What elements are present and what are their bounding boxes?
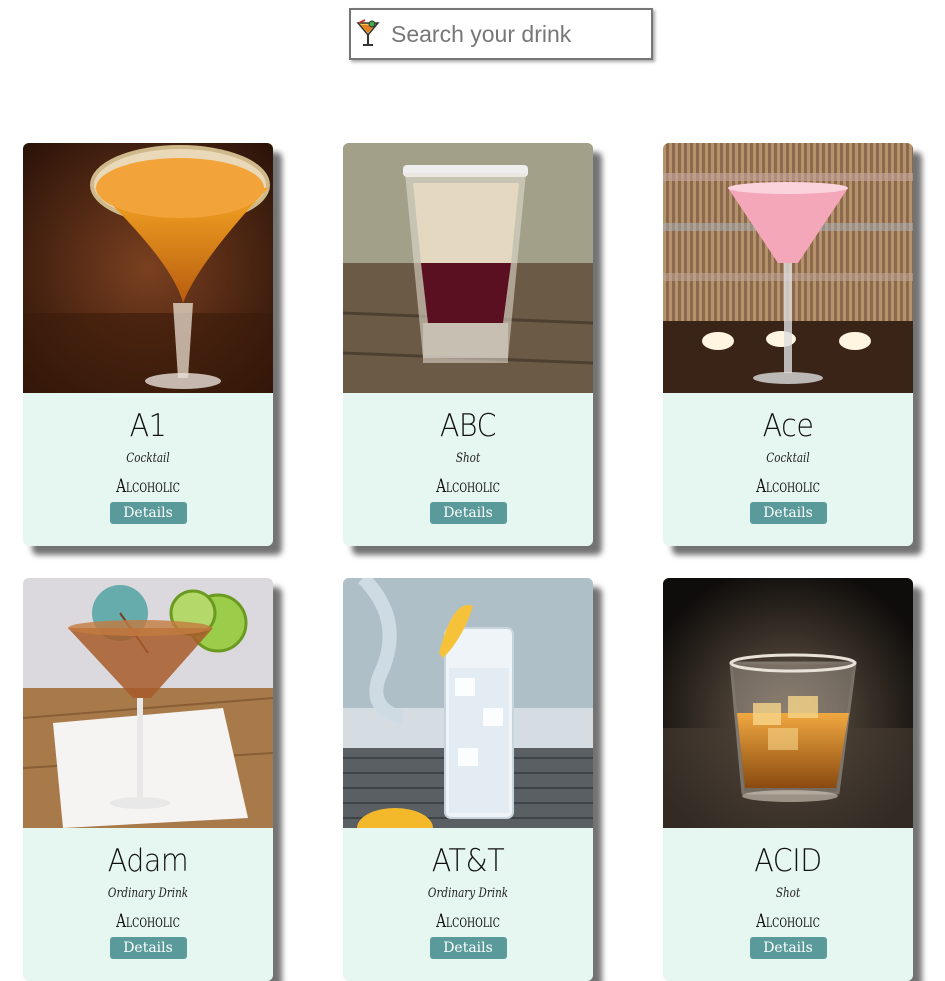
drink-card: ACID Shot Alcoholic Details	[663, 578, 913, 981]
drink-name: ABC	[439, 408, 497, 444]
drink-alcoholic: Alcoholic	[436, 475, 500, 497]
drink-name: ACID	[754, 843, 822, 879]
details-button[interactable]: Details	[109, 937, 187, 959]
drink-alcoholic: Alcoholic	[116, 910, 180, 932]
drink-category: Cocktail	[126, 451, 170, 466]
drink-image	[23, 578, 273, 828]
drink-name: A1	[129, 408, 167, 444]
drink-card: AT&T Ordinary Drink Alcoholic Details	[343, 578, 593, 981]
drink-category: Ordinary Drink	[107, 886, 189, 901]
drink-category: Ordinary Drink	[427, 886, 509, 901]
drink-image	[663, 578, 913, 828]
details-button[interactable]: Details	[749, 502, 827, 524]
drink-category: Shot	[775, 886, 801, 901]
drink-image	[23, 143, 273, 393]
drink-name: AT&T	[431, 843, 505, 879]
drink-name: Adam	[107, 843, 189, 879]
drink-card: ABC Shot Alcoholic Details	[343, 143, 593, 546]
search-input[interactable]	[389, 19, 643, 49]
details-button[interactable]: Details	[109, 502, 187, 524]
cocktail-icon	[355, 19, 381, 49]
details-button[interactable]: Details	[429, 502, 507, 524]
drink-alcoholic: Alcoholic	[436, 910, 500, 932]
drink-category: Cocktail	[766, 451, 810, 466]
drink-category: Shot	[455, 451, 481, 466]
search-box[interactable]	[349, 8, 653, 60]
drink-card: Adam Ordinary Drink Alcoholic Details	[23, 578, 273, 981]
drink-alcoholic: Alcoholic	[756, 475, 820, 497]
drink-alcoholic: Alcoholic	[116, 475, 180, 497]
drink-card: A1 Cocktail Alcoholic Details	[23, 143, 273, 546]
details-button[interactable]: Details	[429, 937, 507, 959]
drink-image	[343, 578, 593, 828]
drink-card: Ace Cocktail Alcoholic Details	[663, 143, 913, 546]
drink-image	[343, 143, 593, 393]
drink-image	[663, 143, 913, 393]
drink-name: Ace	[762, 408, 814, 444]
drink-alcoholic: Alcoholic	[756, 910, 820, 932]
details-button[interactable]: Details	[749, 937, 827, 959]
